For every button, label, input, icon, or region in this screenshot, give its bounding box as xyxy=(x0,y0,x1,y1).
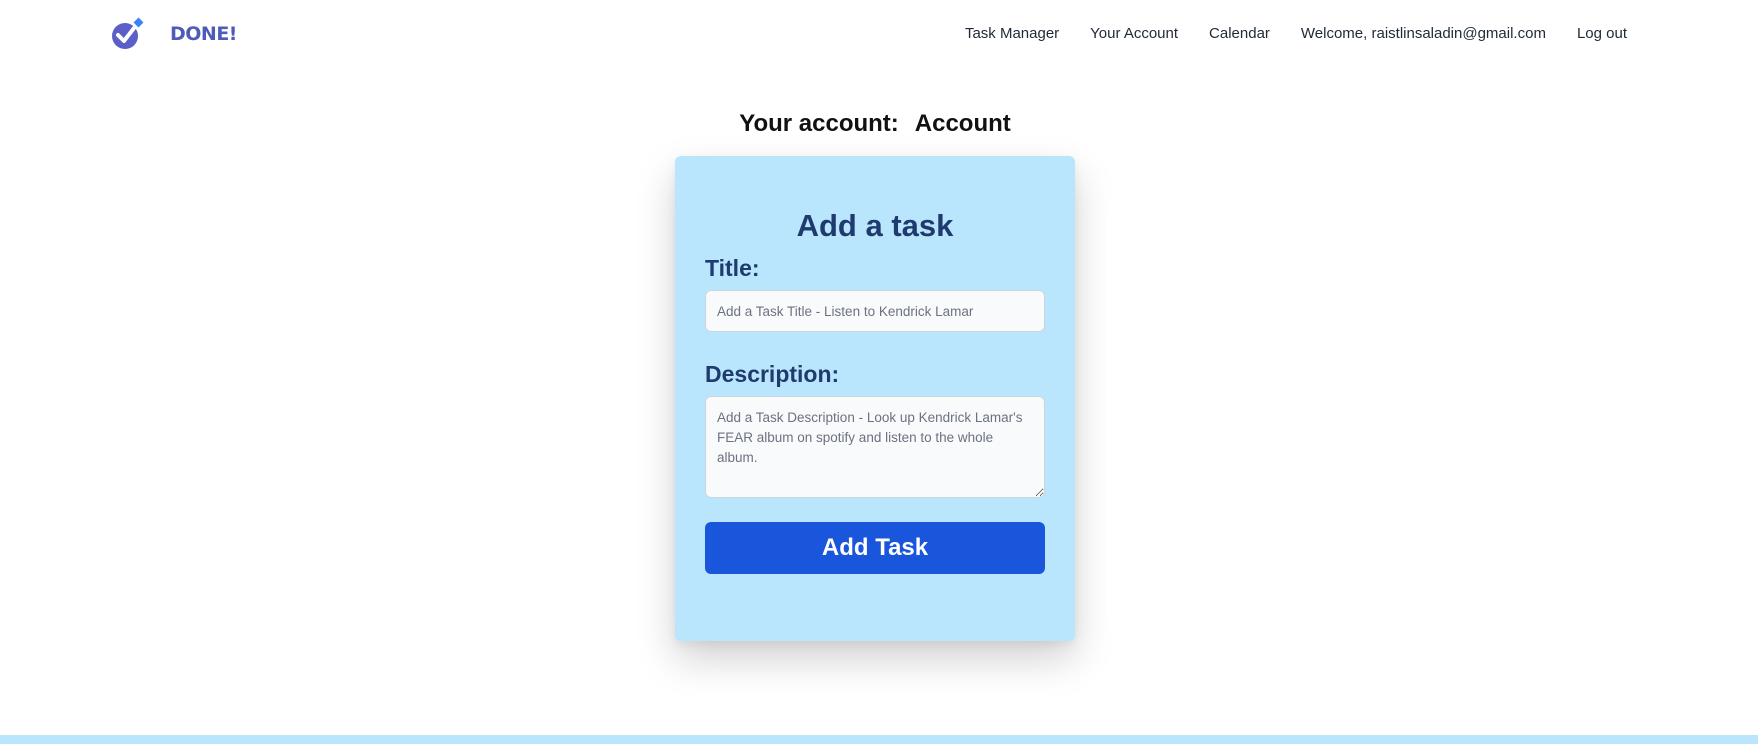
footer-bar xyxy=(0,735,1758,744)
add-task-card: Add a task Title: Description: Add Task xyxy=(675,156,1075,641)
add-task-heading: Add a task xyxy=(796,208,954,243)
nav-welcome-user[interactable]: Welcome, raistlinsaladin@gmail.com xyxy=(1301,25,1546,42)
description-label: Description: xyxy=(705,361,840,387)
account-heading-label: Your account: xyxy=(739,110,899,137)
nav-calendar[interactable]: Calendar xyxy=(1209,25,1270,42)
account-heading: Your account: Account xyxy=(0,110,1750,138)
account-name: Account xyxy=(914,110,1011,137)
check-shield-icon xyxy=(112,17,144,49)
nav-your-account[interactable]: Your Account xyxy=(1090,25,1178,42)
nav-task-manager[interactable]: Task Manager xyxy=(965,25,1059,42)
nav-links: Task Manager Your Account Calendar Welco… xyxy=(965,25,1627,42)
add-task-button[interactable]: Add Task xyxy=(705,522,1045,574)
task-title-input[interactable] xyxy=(705,290,1045,332)
brand-logo[interactable]: DONE! xyxy=(110,17,237,51)
top-navbar: DONE! Task Manager Your Account Calendar… xyxy=(0,0,1758,68)
brand-name: DONE! xyxy=(170,23,237,45)
title-label: Title: xyxy=(705,255,760,281)
task-description-input[interactable] xyxy=(705,396,1045,498)
nav-logout[interactable]: Log out xyxy=(1577,25,1627,42)
